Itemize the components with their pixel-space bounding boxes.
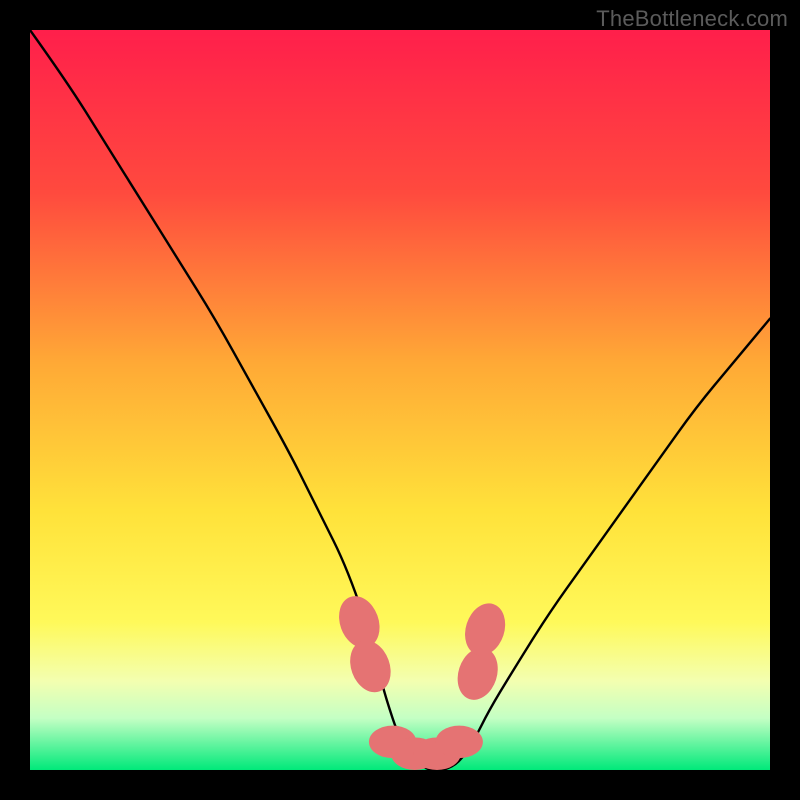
watermark-text: TheBottleneck.com [596,6,788,32]
gradient-background [30,30,770,770]
bottleneck-chart [30,30,770,770]
highlight-marker [436,726,483,759]
chart-frame: TheBottleneck.com [0,0,800,800]
plot-area [30,30,770,770]
